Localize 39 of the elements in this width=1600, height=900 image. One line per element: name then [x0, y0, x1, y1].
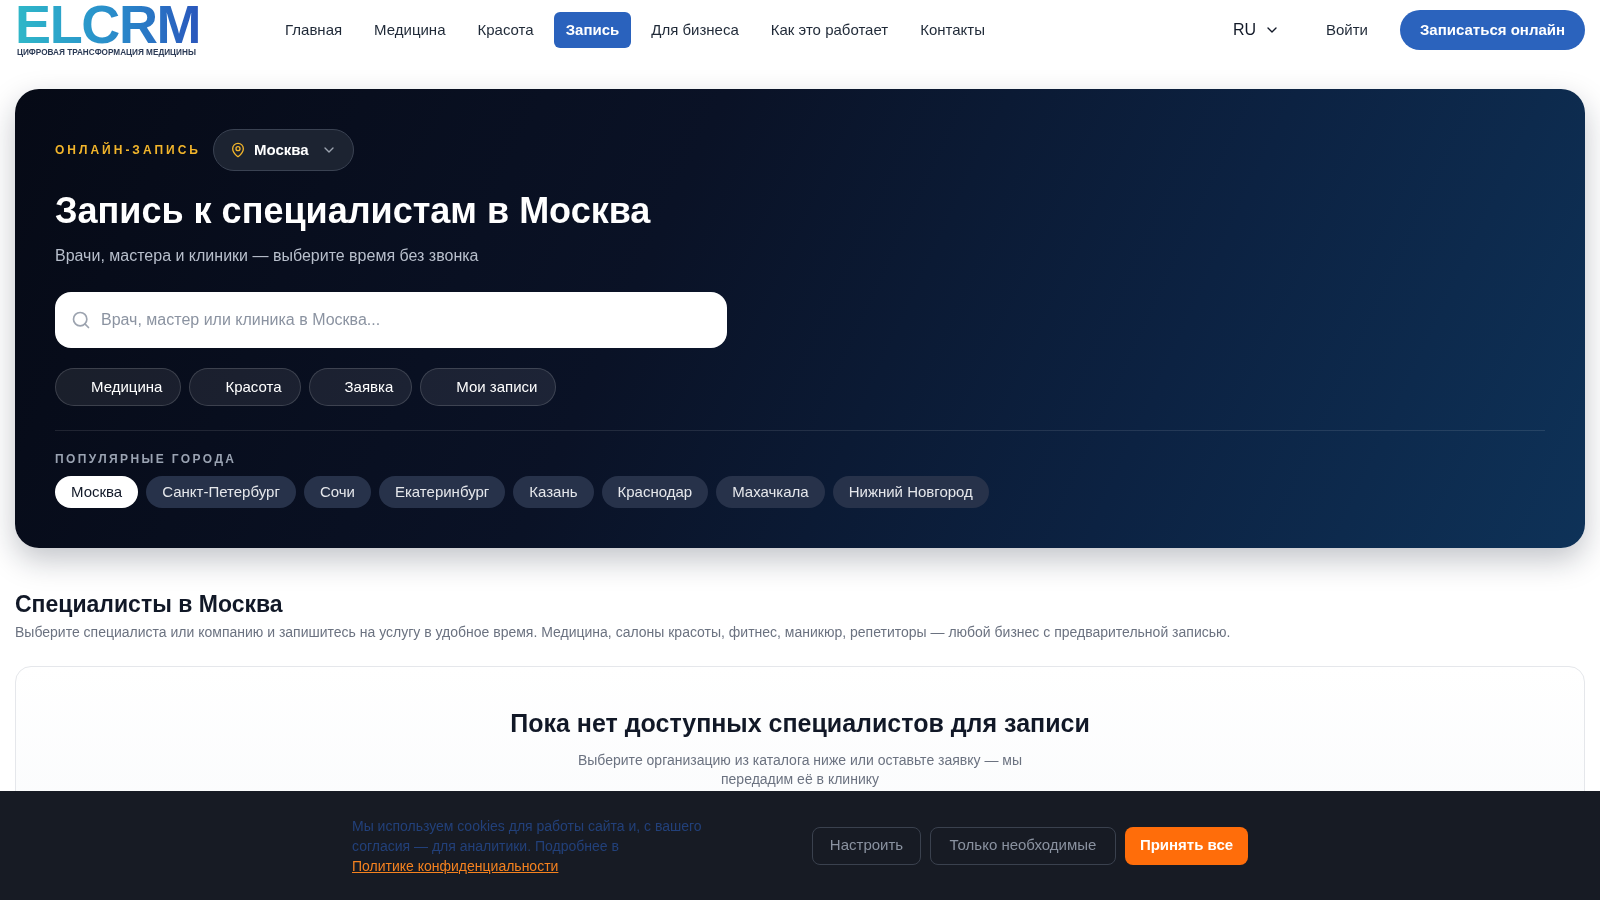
quick-link-chip[interactable]: Заявка [308, 368, 413, 406]
nav-link[interactable]: Красота [465, 12, 546, 48]
search-field[interactable]: Врач, мастер или клиника в Москва... [55, 292, 727, 348]
city-chip[interactable]: Краснодар [601, 476, 709, 508]
login-link[interactable]: Войти [1322, 12, 1372, 48]
eyebrow-label: ОНЛАЙН-ЗАПИСЬ [55, 141, 201, 159]
empty-state-text: Выберите организацию из каталога ниже или оставьте заявку — мы передадим её в клинику [576, 751, 1024, 789]
nav-link[interactable]: Запись [553, 12, 632, 48]
nav-link[interactable]: Контакты [908, 12, 997, 48]
city-chip[interactable]: Санкт-Петербург [146, 476, 296, 508]
quick-link-chip[interactable]: Красота [189, 368, 301, 406]
cookie-option-button[interactable]: Настроить [812, 826, 921, 865]
city-dropdown[interactable]: Москва [212, 129, 354, 171]
city-chip[interactable]: Екатеринбург [378, 476, 506, 508]
nav-link[interactable]: Медицина [362, 12, 458, 48]
city-chip[interactable]: Сочи [303, 476, 371, 508]
privacy-policy-link[interactable]: Политике конфиденциальности [352, 857, 559, 874]
hero-subtitle: Врачи, мастера и клиники — выберите время без звонка [55, 246, 479, 266]
hero-title: Запись к специалистам в Москва [55, 189, 651, 232]
logo-tagline: ЦИФРОВАЯ ТРАНСФОРМАЦИЯ МЕДИЦИНЫ [17, 48, 196, 58]
city-chip[interactable]: Нижний Новгород [832, 476, 989, 508]
quick-link-chip[interactable]: Мои записи [420, 368, 557, 406]
search-icon [71, 310, 91, 330]
nav-link[interactable]: Как это работает [758, 12, 901, 48]
popular-cities-label: ПОПУЛЯРНЫЕ ГОРОДА [55, 451, 237, 467]
cookie-notice-text: Мы используем cookies для работы сайта и, с вашего согласия — для аналитики. Подробнее в Политике конфиденциальности [352, 816, 703, 876]
nav-link[interactable]: Главная [273, 12, 355, 48]
quick-link-chip[interactable]: Медицина [55, 368, 182, 406]
cookie-option-button[interactable]: Только необходимые [930, 826, 1116, 865]
language-select[interactable]: RU [1228, 12, 1284, 48]
empty-state-title: Пока нет доступных специалистов для записи [510, 708, 1090, 739]
city-chip[interactable]: Казань [513, 476, 594, 508]
city-chip[interactable]: Махачкала [716, 476, 825, 508]
section-description: Выберите специалиста или компанию и запишитесь на услугу в удобное время. Медицина, салоны красоты, фитнес, маникюр, репетиторы — любой бизнес с предварительной записью. [15, 623, 1231, 642]
book-online-button[interactable]: Записаться онлайн [1400, 10, 1585, 50]
city-chip[interactable]: Москва [55, 476, 139, 508]
nav-link[interactable]: Для бизнеса [639, 12, 751, 48]
map-pin-icon [229, 142, 246, 158]
section-title: Специалисты в Москва [15, 590, 283, 618]
